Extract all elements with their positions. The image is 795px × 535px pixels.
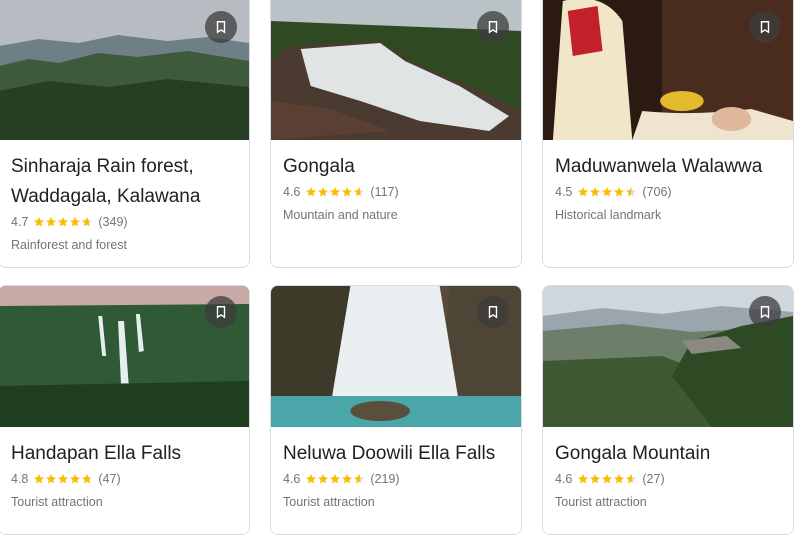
place-type: Mountain and nature xyxy=(283,208,398,222)
rating-row: 4.5 (706) xyxy=(555,185,781,199)
star-rating xyxy=(577,186,637,198)
place-name[interactable]: Gongala Mountain xyxy=(555,439,781,469)
star-icon xyxy=(578,187,589,197)
star-icon xyxy=(354,187,365,197)
star-icon xyxy=(34,217,45,227)
rating-row: 4.6 (117) xyxy=(283,185,509,199)
star-icon xyxy=(58,217,69,227)
rating-value: 4.6 xyxy=(283,185,301,199)
rating-row: 4.6 (27) xyxy=(555,472,781,486)
place-photo[interactable] xyxy=(0,0,249,140)
place-card[interactable]: Maduwanwela Walawwa 4.5 (706) Historical… xyxy=(542,0,794,268)
place-photo[interactable] xyxy=(271,0,521,140)
star-icon xyxy=(330,187,341,197)
bookmark-icon xyxy=(488,306,498,319)
bookmark-icon xyxy=(216,21,226,34)
bookmark-icon xyxy=(760,306,770,319)
place-type: Tourist attraction xyxy=(283,495,375,509)
save-button[interactable] xyxy=(749,296,781,328)
save-button[interactable] xyxy=(205,11,237,43)
star-icon xyxy=(46,217,57,227)
place-photo[interactable] xyxy=(271,286,521,427)
bookmark-icon xyxy=(216,306,226,319)
rating-row: 4.7 (349) xyxy=(11,215,237,229)
review-count: (706) xyxy=(642,185,672,199)
star-icon xyxy=(342,187,353,197)
star-icon xyxy=(602,187,613,197)
star-rating xyxy=(305,473,365,485)
place-name[interactable]: Gongala xyxy=(283,152,509,182)
star-icon xyxy=(626,474,637,484)
place-type: Tourist attraction xyxy=(555,495,647,509)
star-icon xyxy=(626,187,637,197)
review-count: (349) xyxy=(98,215,128,229)
star-icon xyxy=(578,474,589,484)
star-icon xyxy=(306,187,317,197)
bookmark-icon xyxy=(760,21,770,34)
place-card[interactable]: Sinharaja Rain forest, Waddagala, Kalawa… xyxy=(0,0,250,268)
rating-value: 4.8 xyxy=(11,472,29,486)
rating-value: 4.6 xyxy=(283,472,301,486)
star-icon xyxy=(70,217,81,227)
place-type: Rainforest and forest xyxy=(11,238,128,252)
place-name[interactable]: Neluwa Doowili Ella Falls xyxy=(283,439,509,469)
save-button[interactable] xyxy=(477,11,509,43)
place-photo[interactable] xyxy=(0,286,249,427)
rating-value: 4.7 xyxy=(11,215,29,229)
star-icon xyxy=(342,474,353,484)
place-name[interactable]: Handapan Ella Falls xyxy=(11,439,237,469)
bookmark-icon xyxy=(488,21,498,34)
star-icon xyxy=(330,474,341,484)
place-name[interactable]: Maduwanwela Walawwa xyxy=(555,152,781,182)
place-card[interactable]: Gongala 4.6 (117) Mountain and nature xyxy=(270,0,522,268)
review-count: (219) xyxy=(370,472,400,486)
star-rating xyxy=(577,473,637,485)
place-photo[interactable] xyxy=(543,0,793,140)
star-rating xyxy=(33,216,93,228)
star-icon xyxy=(602,474,613,484)
star-rating xyxy=(305,186,365,198)
save-button[interactable] xyxy=(477,296,509,328)
place-name[interactable]: Sinharaja Rain forest, Waddagala, Kalawa… xyxy=(11,152,237,212)
star-icon xyxy=(614,474,625,484)
rating-value: 4.6 xyxy=(555,472,573,486)
review-count: (27) xyxy=(642,472,665,486)
star-icon xyxy=(58,474,69,484)
star-icon xyxy=(318,474,329,484)
place-card[interactable]: Gongala Mountain 4.6 (27) Tourist attrac… xyxy=(542,285,794,535)
rating-value: 4.5 xyxy=(555,185,573,199)
star-icon xyxy=(34,474,45,484)
rating-row: 4.8 (47) xyxy=(11,472,237,486)
place-card[interactable]: Neluwa Doowili Ella Falls 4.6 (219) Tour… xyxy=(270,285,522,535)
star-icon xyxy=(306,474,317,484)
review-count: (47) xyxy=(98,472,121,486)
star-icon xyxy=(82,217,93,227)
place-type: Historical landmark xyxy=(555,208,662,222)
place-type: Tourist attraction xyxy=(11,495,103,509)
review-count: (117) xyxy=(370,185,399,199)
star-icon xyxy=(318,187,329,197)
place-photo[interactable] xyxy=(543,286,793,427)
star-icon xyxy=(354,474,365,484)
star-icon xyxy=(590,474,601,484)
star-icon xyxy=(70,474,81,484)
star-rating xyxy=(33,473,93,485)
star-icon xyxy=(82,474,93,484)
place-card[interactable]: Handapan Ella Falls 4.8 (47) Tourist att… xyxy=(0,285,250,535)
star-icon xyxy=(614,187,625,197)
star-icon xyxy=(590,187,601,197)
save-button[interactable] xyxy=(205,296,237,328)
star-icon xyxy=(46,474,57,484)
save-button[interactable] xyxy=(749,11,781,43)
rating-row: 4.6 (219) xyxy=(283,472,509,486)
